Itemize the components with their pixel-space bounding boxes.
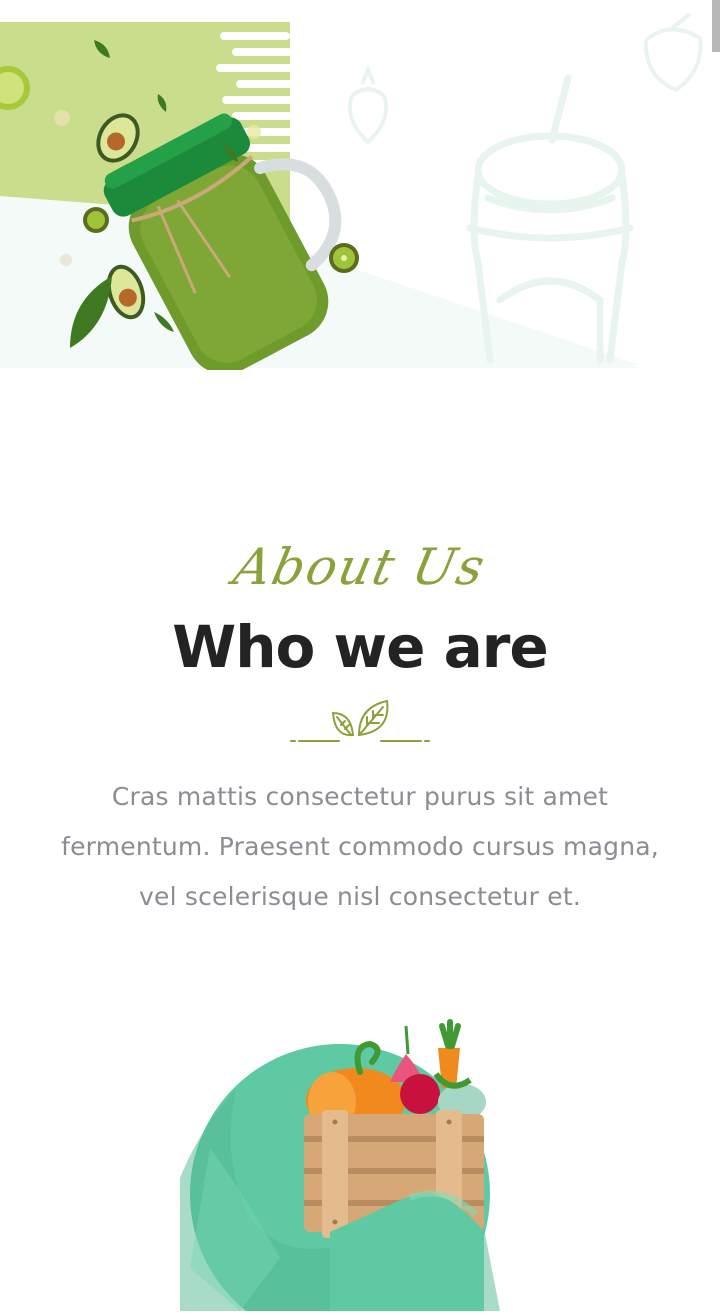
section-heading: Who we are [172, 613, 549, 681]
vegetable-crate-icon [180, 1019, 500, 1315]
leaf-icon [290, 699, 430, 742]
section-subtitle: About Us [228, 538, 492, 596]
vegetable-crate-illustration [180, 1018, 500, 1315]
leaf-divider [289, 695, 431, 747]
hero-banner [0, 0, 720, 370]
hero-illustration [0, 12, 720, 370]
scrollbar-thumb[interactable] [712, 0, 720, 52]
section-description: Cras mattis consectetur purus sit amet f… [61, 782, 659, 911]
